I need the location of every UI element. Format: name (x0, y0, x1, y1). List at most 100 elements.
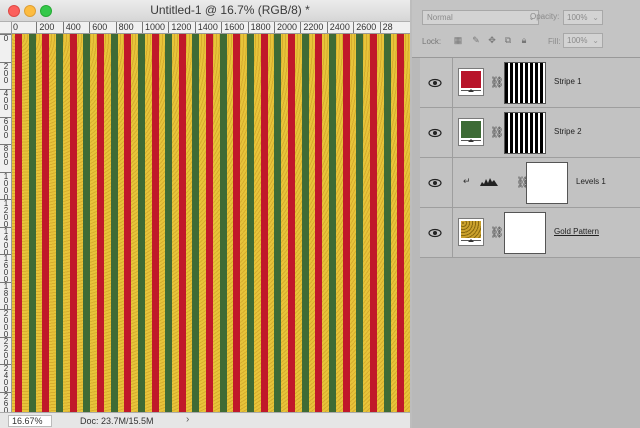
color-swatch (461, 71, 481, 88)
ruler-tick-label: 1 2 0 0 (0, 199, 11, 229)
green-stripe (137, 34, 145, 412)
fill-field[interactable]: 100% ⌄ (563, 33, 603, 48)
ruler-tick-label: 400 (62, 22, 81, 33)
status-menu-arrow[interactable]: › (186, 414, 189, 425)
opacity-value: 100% (567, 13, 588, 22)
zoom-window-button[interactable] (40, 5, 52, 17)
layer-name[interactable]: Levels 1 (576, 177, 606, 186)
lock-position-icon[interactable]: ✥ (486, 34, 498, 46)
ruler-tick-label: 6 0 0 (0, 116, 11, 139)
green-stripe (165, 34, 173, 412)
green-stripe (383, 34, 391, 412)
vertical-ruler[interactable]: 0 2 0 0 4 0 0 6 0 0 8 0 0 1 0 0 01 2 0 01 4 0… (0, 34, 12, 412)
blend-mode-select[interactable]: Normal ⌄ (422, 10, 539, 25)
eye-icon[interactable] (428, 126, 442, 140)
ruler-tick-label: 2200 (300, 22, 323, 33)
green-stripe (301, 34, 309, 412)
photoshop-workspace: Untitled-1 @ 16.7% (RGB/8) * 0 200 400 600 8… (0, 0, 640, 428)
layer-thumbnail[interactable] (458, 118, 484, 146)
ruler-tick-label: 1 4 0 0 (0, 226, 11, 256)
layer-thumbnail[interactable] (458, 68, 484, 96)
ruler-tick-label: 2 2 0 0 (0, 336, 11, 366)
divider (452, 58, 453, 108)
ruler-tick-label: 0 (12, 22, 18, 33)
title-bar[interactable]: Untitled-1 @ 16.7% (RGB/8) * (0, 0, 410, 22)
zoom-level-field[interactable]: 16.67% (8, 415, 52, 427)
ruler-tick-label: 2 6 0 0 (0, 391, 11, 412)
close-window-button[interactable] (8, 5, 20, 17)
horizontal-ruler[interactable]: 0 200 400 600 800 1000 1200 1400 1600 1800 2000 220… (12, 22, 410, 34)
red-stripe (151, 34, 159, 412)
layer-row-stripe-2[interactable]: ⛓︎ Stripe 2 (420, 108, 640, 158)
red-stripe (288, 34, 295, 412)
layer-name[interactable]: Stripe 1 (554, 77, 582, 86)
lock-artboard-icon[interactable]: ⧉ (502, 34, 514, 46)
ruler-tick-label: 1800 (247, 22, 271, 33)
green-stripe (219, 34, 227, 412)
document-canvas[interactable] (12, 34, 410, 412)
ruler-tick-label: 8 0 0 (0, 144, 11, 167)
red-stripe (206, 34, 214, 412)
layer-row-levels-1[interactable]: ↵ ⛓︎ Levels 1 (420, 158, 640, 208)
eye-icon[interactable] (428, 76, 442, 90)
ruler-tick-label: 28 (379, 22, 393, 33)
triangle-icon (468, 139, 474, 142)
fill-value: 100% (567, 36, 588, 45)
layer-row-stripe-1[interactable]: ⛓︎ Stripe 1 (420, 58, 640, 108)
lock-image-pixels-icon[interactable]: ✎ (470, 34, 482, 46)
layer-row-gold-pattern[interactable]: ⛓︎ Gold Pattern (420, 208, 640, 258)
ruler-origin[interactable] (0, 22, 12, 34)
green-stripe (274, 34, 282, 412)
layer-name[interactable]: Stripe 2 (554, 127, 582, 136)
link-chain-icon[interactable]: ⛓︎ (490, 226, 504, 239)
red-stripe (42, 34, 50, 412)
status-bar: 16.67% Doc: 23.7M/15.5M › (0, 412, 410, 428)
layer-thumbnail[interactable] (458, 218, 484, 246)
layer-mask-thumbnail[interactable] (504, 112, 546, 154)
link-chain-icon[interactable]: ⛓︎ (490, 126, 504, 139)
link-chain-icon[interactable]: ⛓︎ (490, 76, 504, 89)
layer-name[interactable]: Gold Pattern (554, 227, 599, 236)
document-window: Untitled-1 @ 16.7% (RGB/8) * 0 200 400 600 8… (0, 0, 410, 428)
red-stripe (342, 34, 350, 412)
ruler-tick-label: 2 0 0 0 (0, 309, 11, 339)
layer-mask-thumbnail[interactable] (504, 62, 546, 104)
ruler-tick-label: 2000 (274, 22, 297, 33)
triangle-icon (468, 89, 474, 92)
document-title: Untitled-1 @ 16.7% (RGB/8) * (150, 3, 310, 17)
green-stripe (110, 34, 118, 412)
red-stripe (233, 34, 241, 412)
ruler-tick-label: 1 0 0 0 (0, 171, 11, 201)
opacity-field[interactable]: 100% ⌄ (563, 10, 603, 25)
eye-icon[interactable] (428, 176, 442, 190)
red-stripe (15, 34, 22, 412)
green-stripe (55, 34, 63, 412)
divider (452, 208, 453, 258)
ruler-tick-label: 2600 (353, 22, 376, 33)
document-size-info[interactable]: Doc: 23.7M/15.5M (80, 415, 154, 427)
ruler-tick-label: 200 (36, 22, 54, 33)
green-stripe (83, 34, 91, 412)
ruler-tick-label: 600 (89, 22, 107, 33)
eye-icon[interactable] (428, 226, 442, 240)
green-stripe (356, 34, 364, 412)
layers-panel: Normal ⌄ Opacity: 100% ⌄ Lock: ▦ ✎ ✥ ⧉ 🔒… (412, 0, 640, 428)
red-stripe (96, 34, 104, 412)
red-stripe (315, 34, 323, 412)
minimize-window-button[interactable] (24, 5, 36, 17)
ruler-tick-label: 1000 (142, 22, 165, 33)
ruler-tick-label: 1400 (194, 22, 218, 33)
green-stripe (328, 34, 336, 412)
layer-options-bar: Normal ⌄ Opacity: 100% ⌄ Lock: ▦ ✎ ✥ ⧉ 🔒… (412, 0, 640, 58)
lock-transparent-pixels-icon[interactable]: ▦ (452, 34, 464, 46)
red-stripe (178, 34, 186, 412)
layer-mask-thumbnail[interactable] (504, 212, 546, 254)
divider (452, 158, 453, 208)
layer-mask-thumbnail[interactable] (526, 162, 568, 204)
ruler-tick-label: 1 8 0 0 (0, 281, 11, 311)
lock-all-icon[interactable]: 🔒︎ (518, 34, 530, 46)
red-stripe (369, 34, 377, 412)
ruler-tick-label: 2400 (326, 22, 350, 33)
levels-adjustment-icon[interactable] (480, 176, 498, 186)
chevron-down-icon: ⌄ (592, 36, 599, 45)
